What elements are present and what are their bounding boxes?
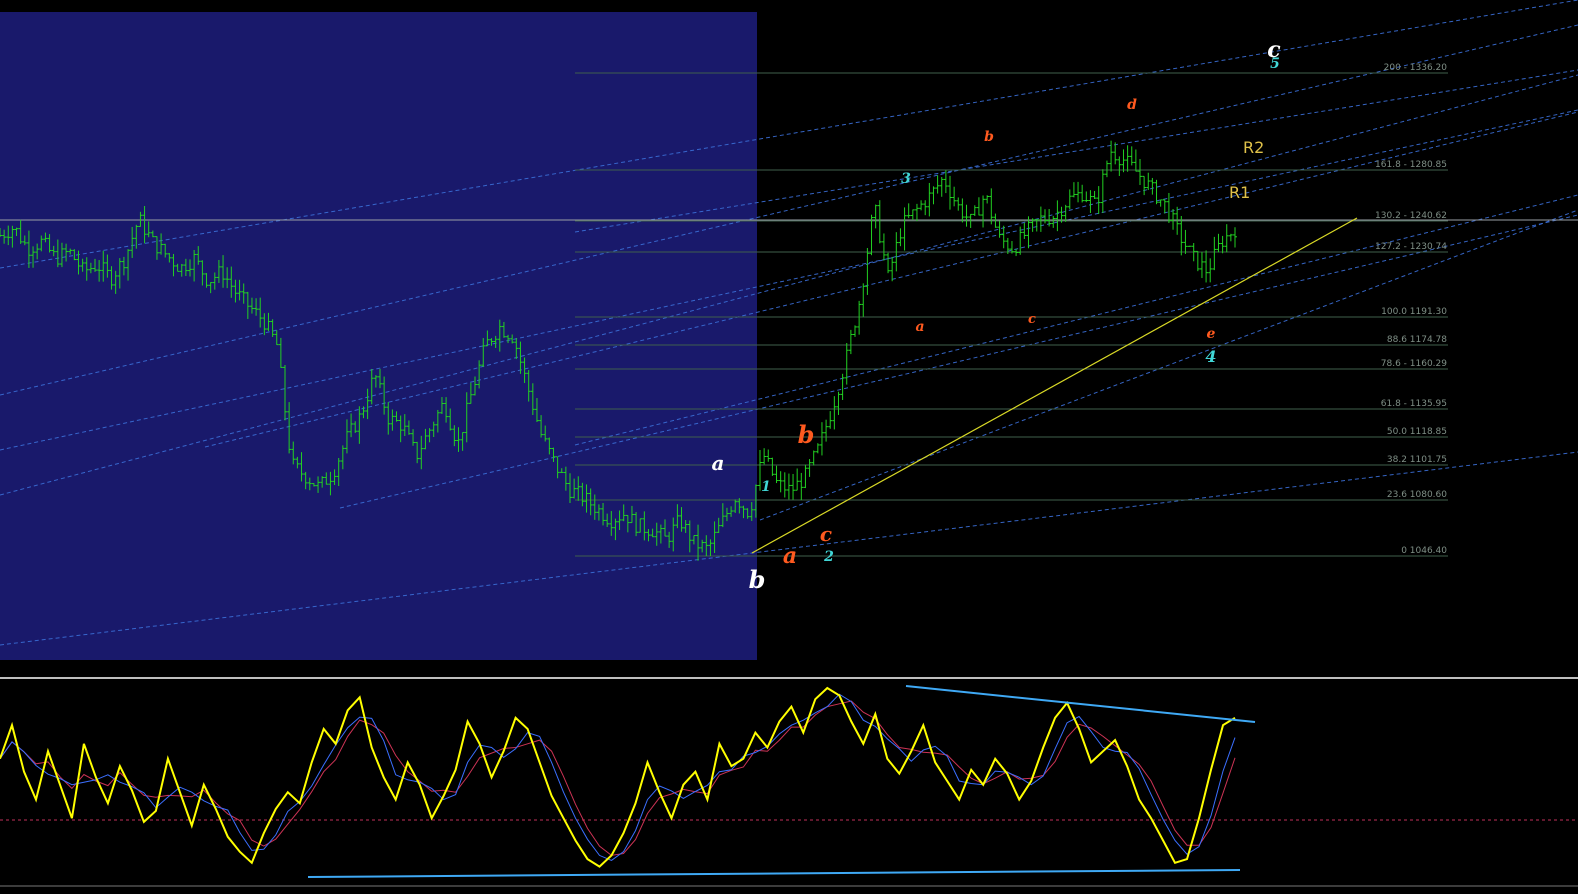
fib-level-label: 50.0 1118.85 — [1387, 427, 1447, 437]
oscillator-signal-line-1 — [0, 693, 1236, 861]
wave-label: b — [798, 420, 815, 449]
fib-level-label: 100.0 1191.30 — [1381, 307, 1447, 317]
chart-svg: 200 - 1336.20161.8 - 1280.85130.2 - 1240… — [0, 0, 1578, 887]
pivot-label-r2: R2 — [1243, 138, 1264, 157]
fib-level-label: 61.8 - 1135.95 — [1381, 399, 1447, 409]
fib-level-label: 38.2 1101.75 — [1387, 455, 1447, 465]
pivot-label-r1: R1 — [1229, 183, 1250, 202]
oscillator-signal-line-2 — [0, 700, 1236, 856]
fib-level-label: 161.8 - 1280.85 — [1375, 160, 1447, 170]
shaded-zone — [0, 12, 757, 660]
fib-level-label: 78.6 - 1160.29 — [1381, 359, 1447, 369]
wave-label: 5 — [1270, 56, 1280, 72]
oscillator-lines — [0, 686, 1236, 868]
chart-root: 200 - 1336.20 161.8 - 1280.85 130.2 - 1240… — [0, 0, 1578, 894]
wave-label: 4 — [1205, 347, 1216, 366]
wave-label: c — [820, 522, 832, 546]
fib-level-label: 200 - 1336.20 — [1384, 63, 1448, 73]
wave-label: d — [1127, 97, 1137, 113]
wave-label: 2 — [823, 549, 834, 565]
oscillator-panel — [0, 685, 1578, 887]
fib-level-label: 23.6 1080.60 — [1387, 490, 1447, 500]
fib-level-label: 127.2 - 1230.74 — [1375, 242, 1447, 252]
wave-label: b — [984, 129, 994, 145]
oscillator-main-line — [0, 686, 1236, 868]
wave-label: c — [1028, 312, 1036, 327]
wave-label: a — [783, 543, 797, 569]
wave-label: a — [915, 319, 924, 335]
price-panel: 200 - 1336.20161.8 - 1280.85130.2 - 1240… — [0, 0, 1578, 675]
wave-label: b — [749, 565, 766, 594]
wave-label: 1 — [761, 479, 771, 495]
wave-label: e — [1207, 326, 1216, 342]
oscillator-divergence-top — [905, 685, 1256, 723]
oscillator-divergence-bottom — [307, 869, 1241, 878]
fib-level-label: 88.6 1174.78 — [1387, 335, 1447, 345]
fib-level-label: 0 1046.40 — [1401, 546, 1447, 556]
wave-label: 3 — [901, 171, 911, 187]
wave-label: a — [712, 451, 725, 475]
